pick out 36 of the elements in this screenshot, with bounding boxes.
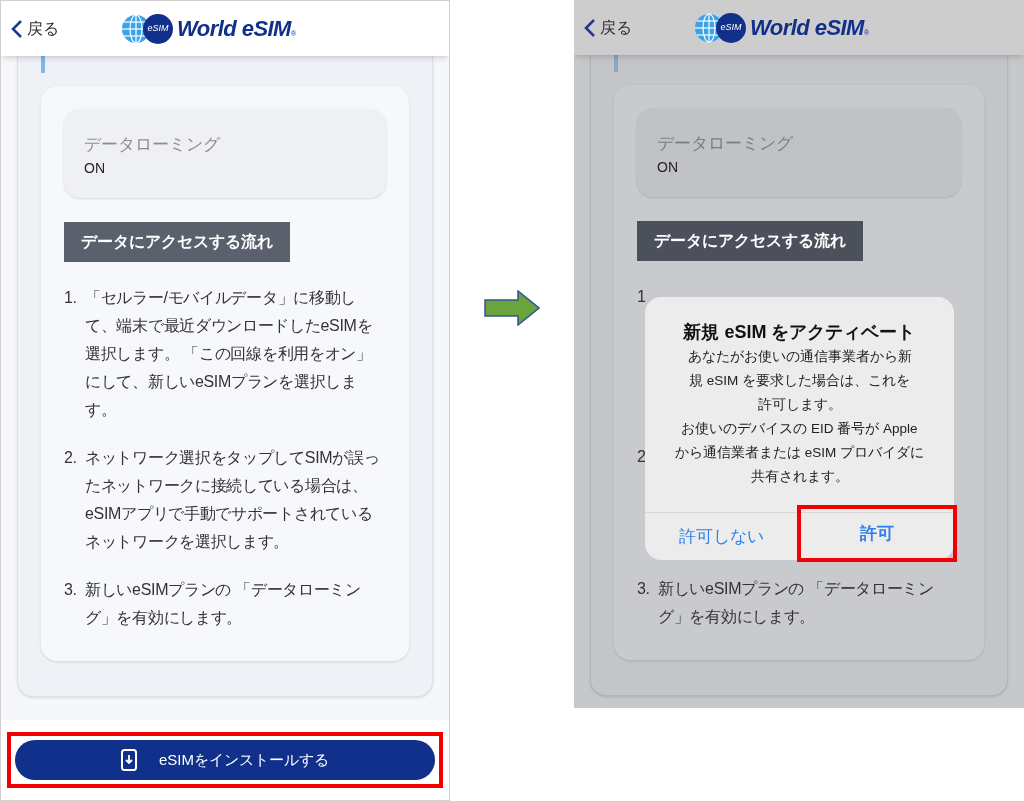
dialog-message: お使いのデバイスの EID 番号が Apple [681, 420, 918, 438]
section-title: データにアクセスする流れ [64, 222, 290, 262]
phone-download-icon [121, 749, 137, 771]
back-link[interactable]: 戻る [11, 16, 59, 41]
dialog-message: 許可します。 [757, 396, 842, 414]
section-title: データにアクセスする流れ [637, 221, 863, 261]
step-text: 新しいeSIMプランの 「データローミング」を有効にします。 [658, 579, 935, 627]
logo-badge: eSIM [716, 12, 746, 43]
back-link[interactable]: 戻る [584, 15, 632, 40]
install-button[interactable]: eSIMをインストールする [15, 740, 435, 780]
step-number: 2 [637, 447, 647, 467]
right-arrow-icon [484, 290, 540, 326]
accent-bar [614, 55, 618, 72]
logo-wordmark: World eSIM [750, 14, 864, 42]
step-text: 新しいeSIMプランの 「データローミング」を有効にします。 [85, 580, 362, 628]
step-number: 2. [64, 448, 78, 468]
dialog-message: から通信業者または eSIM プロバイダに [675, 444, 924, 462]
back-chevron-icon [11, 18, 23, 39]
roaming-value: ON [657, 158, 679, 177]
accent-bar [41, 56, 45, 73]
step-number: 1. [64, 288, 78, 308]
step-number: 1 [637, 287, 647, 307]
step-text: 「セルラー/モバイルデータ」に移動して、端末で最近ダウンロードしたeSIMを選択します。 「この回線を利用をオン」にして、新しいeSIMプランを選択します。 [85, 288, 374, 420]
roaming-value: ON [84, 159, 106, 178]
step-number: 3. [637, 579, 651, 599]
dialog-message: 規 eSIM を要求した場合は、これを [689, 372, 910, 390]
dialog-message: あなたがお使いの通信事業者から新 [687, 348, 912, 366]
roaming-label: データローミング [84, 134, 221, 156]
dialog-message: 共有されます。 [750, 468, 849, 486]
step-number: 3. [64, 580, 78, 600]
back-chevron-icon [584, 17, 596, 38]
dialog-title: 新規 eSIM をアクティベート [683, 321, 916, 344]
step-text: ネットワーク選択をタップしてSIMが誤ったネットワークに接続している場合は、eSIMアプリで手動でサポートされているネットワークを選択します。 [85, 448, 381, 552]
roaming-label: データローミング [657, 133, 794, 155]
logo-wordmark: World eSIM [177, 15, 291, 43]
logo-badge: eSIM [143, 13, 173, 44]
